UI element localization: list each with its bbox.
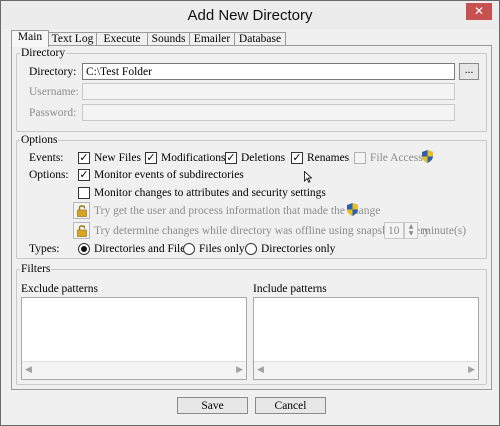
tab-sounds[interactable]: Sounds (147, 32, 190, 46)
window-title: Add New Directory (187, 7, 313, 24)
monitor-attributes-checkbox[interactable] (78, 187, 90, 199)
directory-group-legend: Directory (20, 47, 67, 59)
title-bar[interactable]: Add New Directory ✕ (1, 1, 499, 29)
file-access-checkbox[interactable] (354, 152, 366, 164)
filters-group-legend: Filters (20, 263, 52, 275)
main-tab-panel: Directory Directory: C:\Test Folder ... … (11, 45, 492, 390)
options-group: Options Events: ✓ New Files ✓ Modificati… (16, 134, 487, 259)
dialog-window: Add New Directory ✕ Main Text Log Execut… (0, 0, 500, 426)
exclude-patterns-list[interactable]: ◀ ▶ (21, 297, 247, 380)
types-label: Types: (29, 243, 60, 255)
scroll-left-icon[interactable]: ◀ (25, 365, 32, 375)
modifications-checkbox[interactable]: ✓ (145, 152, 157, 164)
try-user-info-label[interactable]: Try get the user and process information… (94, 204, 380, 218)
files-only-radio[interactable] (183, 243, 195, 255)
try-snapshots-label[interactable]: Try determine changes while directory wa… (94, 224, 430, 238)
scroll-right-icon-2[interactable]: ▶ (468, 365, 475, 375)
monitor-attributes-label[interactable]: Monitor changes to attributes and securi… (94, 186, 326, 200)
options-group-legend: Options (20, 134, 59, 146)
snapshots-lock-toggle[interactable] (73, 222, 90, 239)
directories-only-label[interactable]: Directories only (261, 242, 335, 256)
username-label: Username: (29, 86, 79, 98)
password-input[interactable] (82, 104, 455, 121)
renames-checkbox[interactable]: ✓ (291, 152, 303, 164)
tab-database[interactable]: Database (234, 32, 286, 46)
include-patterns-label: Include patterns (253, 283, 327, 295)
save-button[interactable]: Save (177, 397, 248, 414)
deletions-label[interactable]: Deletions (241, 151, 285, 165)
deletions-checkbox[interactable]: ✓ (225, 152, 237, 164)
files-only-label[interactable]: Files only (199, 242, 245, 256)
mouse-cursor-icon (304, 171, 312, 183)
monitor-subdirectories-label[interactable]: Monitor events of subdirectories (94, 168, 244, 182)
include-horizontal-scrollbar[interactable]: ◀ ▶ (254, 361, 478, 379)
options-label: Options: (29, 169, 69, 181)
directories-and-files-radio[interactable] (78, 243, 90, 255)
username-input[interactable] (82, 83, 455, 100)
cancel-button[interactable]: Cancel (255, 397, 326, 414)
include-patterns-list[interactable]: ◀ ▶ (253, 297, 479, 380)
lock-icon (77, 205, 87, 217)
snapshot-interval-input[interactable]: 10 (384, 222, 404, 239)
password-label: Password: (29, 107, 77, 119)
user-info-lock-toggle[interactable] (73, 202, 90, 219)
uac-shield-icon (422, 150, 433, 163)
snapshot-interval-spinner[interactable]: ▲ ▼ (404, 222, 418, 239)
uac-shield-icon-2 (347, 203, 358, 216)
monitor-subdirectories-checkbox[interactable]: ✓ (78, 169, 90, 181)
exclude-patterns-label: Exclude patterns (21, 283, 98, 295)
minutes-label: minute(s) (422, 225, 467, 237)
renames-label[interactable]: Renames (307, 151, 349, 165)
lock-icon-2 (77, 225, 87, 237)
directory-group: Directory Directory: C:\Test Folder ... … (16, 47, 487, 132)
scroll-left-icon-2[interactable]: ◀ (257, 365, 264, 375)
tab-main[interactable]: Main (11, 30, 49, 47)
scroll-right-icon[interactable]: ▶ (236, 365, 243, 375)
close-button[interactable]: ✕ (466, 3, 492, 20)
file-access-label[interactable]: File Access (370, 151, 423, 165)
new-files-label[interactable]: New Files (94, 151, 141, 165)
exclude-horizontal-scrollbar[interactable]: ◀ ▶ (22, 361, 246, 379)
directories-only-radio[interactable] (245, 243, 257, 255)
directories-and-files-label[interactable]: Directories and Files (94, 242, 190, 256)
directory-input[interactable]: C:\Test Folder (82, 63, 455, 80)
browse-button[interactable]: ... (459, 63, 479, 80)
directory-label: Directory: (29, 66, 77, 78)
tab-text-log[interactable]: Text Log (48, 32, 97, 46)
tab-emailer[interactable]: Emailer (189, 32, 235, 46)
filters-group: Filters Exclude patterns ◀ ▶ Include pat… (16, 263, 487, 385)
events-label: Events: (29, 152, 64, 164)
new-files-checkbox[interactable]: ✓ (78, 152, 90, 164)
modifications-label[interactable]: Modifications (161, 151, 226, 165)
tab-execute[interactable]: Execute (96, 32, 148, 46)
